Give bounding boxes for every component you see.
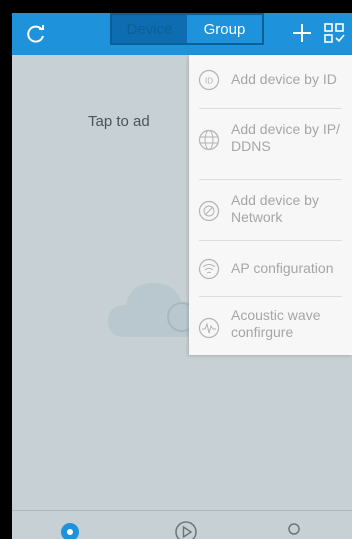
network-icon — [198, 200, 220, 222]
playback-tab-icon[interactable] — [174, 520, 198, 539]
app-frame: Device Group Tap to ad ID Add device by … — [12, 13, 352, 539]
menu-item-add-by-id[interactable]: ID Add device by ID — [189, 55, 352, 107]
menu-label-add-by-ip: Add device by IP/ DDNS — [231, 121, 340, 154]
wifi-icon — [198, 258, 220, 280]
wave-icon — [198, 317, 220, 339]
menu-label-add-by-network: Add device by Network — [231, 192, 319, 225]
add-device-menu: ID Add device by ID Add device by IP/ DD… — [189, 55, 352, 355]
qr-scan-icon[interactable] — [322, 21, 346, 45]
add-icon[interactable] — [290, 21, 314, 45]
menu-item-add-by-network[interactable]: Add device by Network — [189, 180, 352, 240]
tab-group[interactable]: Group — [187, 15, 262, 43]
menu-label-acoustic-wave: Acoustic wave confirgure — [231, 307, 321, 340]
menu-item-add-by-ip[interactable]: Add device by IP/ DDNS — [189, 109, 352, 179]
bottom-tab-bar — [12, 510, 352, 539]
menu-label-add-by-id: Add device by ID — [231, 71, 337, 87]
menu-item-ap-configuration[interactable]: AP configuration — [189, 241, 352, 296]
tab-device[interactable]: Device — [112, 15, 187, 43]
empty-hint[interactable]: Tap to ad — [88, 113, 150, 130]
top-bar: Device Group — [12, 13, 352, 55]
menu-item-acoustic-wave[interactable]: Acoustic wave confirgure — [189, 297, 352, 355]
device-group-switch: Device Group — [110, 13, 264, 45]
profile-tab-icon[interactable] — [282, 520, 306, 539]
refresh-icon[interactable] — [24, 22, 48, 46]
svg-text:ID: ID — [205, 77, 213, 86]
menu-label-ap-configuration: AP configuration — [231, 260, 334, 276]
id-icon: ID — [198, 69, 220, 91]
globe-icon — [198, 129, 220, 151]
devices-tab-icon[interactable] — [58, 520, 82, 539]
